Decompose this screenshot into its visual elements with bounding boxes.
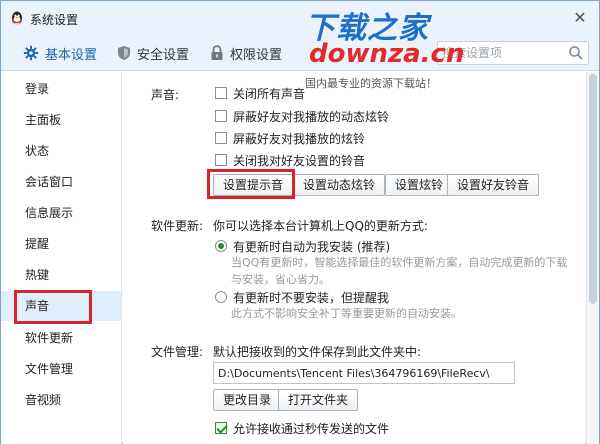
close-icon: ✕ — [573, 8, 587, 27]
settings-content: 声音: 关闭所有声音 屏蔽好友对我播放的动态炫铃 屏蔽好友对我播放的炫铃 关闭我… — [123, 72, 585, 444]
auto-install-radio[interactable] — [215, 240, 227, 252]
disable-friend-ringtone-checkbox[interactable] — [215, 154, 227, 166]
tab-basic-settings[interactable]: 基本设置 — [23, 35, 97, 71]
update-intro: 你可以选择本台计算机上QQ的更新方式: — [213, 219, 428, 233]
sidebar-item-sound[interactable]: 声音 — [1, 291, 121, 321]
tab-security-settings-label: 安全设置 — [137, 47, 190, 63]
checkbox-row: 关闭我对好友设置的铃音 — [215, 152, 365, 168]
open-folder-button[interactable]: 打开文件夹 — [278, 389, 359, 411]
mute-all-checkbox[interactable] — [215, 87, 227, 99]
tab-permission-settings-label: 权限设置 — [230, 47, 283, 63]
content-scrollbar[interactable] — [586, 72, 599, 444]
radio-row: 有更新时自动为我安装 (推荐) — [215, 238, 390, 254]
search-icon[interactable] — [568, 45, 584, 61]
checkbox-row: 允许接收通过秒传发送的文件 — [215, 420, 389, 436]
window-title: 系统设置 — [30, 13, 79, 27]
change-directory-button[interactable]: 更改目录 — [213, 389, 282, 411]
settings-window: 系统设置 ✕ 基本设置 安全设置 权限设置 搜索设置项 登录 主面板 状态 会话… — [0, 0, 600, 444]
sidebar-item-software-update[interactable]: 软件更新 — [1, 323, 121, 353]
checkbox-row: 屏蔽好友对我播放的炫铃 — [215, 130, 365, 146]
shield-icon — [118, 46, 130, 60]
tab-permission-settings[interactable]: 权限设置 — [210, 35, 282, 71]
title-bar: 系统设置 ✕ — [1, 1, 599, 35]
settings-sidebar: 登录 主面板 状态 会话窗口 信息展示 提醒 热键 声音 软件更新 文件管理 音… — [1, 72, 122, 444]
auto-install-description: 当QQ有更新时，智能选择最佳的软件更新方案，自动完成更新的下载 与安装，省心省力… — [231, 254, 567, 288]
checkbox-label: 关闭所有声音 — [233, 86, 306, 101]
set-alert-sound-button[interactable]: 设置提示音 — [213, 174, 294, 196]
gear-icon — [23, 45, 39, 61]
sidebar-item-info-display[interactable]: 信息展示 — [1, 198, 121, 228]
allow-instant-transfer-checkbox[interactable] — [215, 422, 227, 434]
sound-section-label: 声音: — [151, 88, 180, 102]
sidebar-item-chat-window[interactable]: 会话窗口 — [1, 167, 121, 197]
description-line: 此方式不影响安全补丁等重要更新的自动安装。 — [231, 307, 462, 320]
checkbox-label: 屏蔽好友对我播放的动态炫铃 — [233, 109, 390, 124]
download-path-input[interactable] — [213, 362, 515, 384]
qq-penguin-icon — [12, 11, 22, 25]
files-section-label: 文件管理: — [151, 345, 204, 359]
sidebar-item-reminders[interactable]: 提醒 — [1, 229, 121, 259]
lock-icon — [211, 45, 223, 60]
description-line: 当QQ有更新时，智能选择最佳的软件更新方案，自动完成更新的下载 — [231, 256, 568, 269]
settings-tabs: 基本设置 安全设置 权限设置 — [1, 35, 599, 71]
set-dynamic-ringtone-button[interactable]: 设置动态炫铃 — [293, 174, 386, 196]
search-input[interactable] — [442, 44, 562, 62]
radio-label: 有更新时不要安装，但提醒我 — [233, 290, 390, 305]
sidebar-item-login[interactable]: 登录 — [1, 74, 121, 104]
checkbox-row: 关闭所有声音 — [215, 85, 305, 101]
update-section-label: 软件更新: — [151, 219, 204, 233]
checkbox-label: 关闭我对好友设置的铃音 — [233, 153, 366, 168]
radio-row: 有更新时不要安装，但提醒我 — [215, 289, 389, 305]
radio-label: 有更新时自动为我安装 (推荐) — [233, 239, 391, 254]
set-friend-ringtone-button[interactable]: 设置好友铃音 — [447, 174, 540, 196]
checkbox-label: 允许接收通过秒传发送的文件 — [233, 421, 390, 436]
description-line: 与安装，省心省力。 — [231, 273, 330, 286]
checkbox-row: 屏蔽好友对我播放的动态炫铃 — [215, 108, 389, 124]
block-dynamic-ringtone-checkbox[interactable] — [215, 110, 227, 122]
sidebar-item-audio-video[interactable]: 音视频 — [1, 385, 121, 415]
set-ringtone-button[interactable]: 设置炫铃 — [385, 174, 454, 196]
notify-only-radio[interactable] — [215, 291, 227, 303]
sidebar-item-main-panel[interactable]: 主面板 — [1, 105, 121, 135]
tab-basic-settings-label: 基本设置 — [45, 47, 98, 63]
checkbox-label: 屏蔽好友对我播放的炫铃 — [233, 131, 366, 146]
tab-security-settings[interactable]: 安全设置 — [117, 35, 189, 71]
close-button[interactable]: ✕ — [569, 9, 591, 29]
notify-only-description: 此方式不影响安全补丁等重要更新的自动安装。 — [231, 305, 462, 322]
files-intro: 默认把接收到的文件保存到此文件夹中: — [213, 345, 422, 359]
scrollbar-thumb[interactable] — [589, 74, 597, 304]
sidebar-item-status[interactable]: 状态 — [1, 136, 121, 166]
block-ringtone-checkbox[interactable] — [215, 132, 227, 144]
sidebar-item-file-management[interactable]: 文件管理 — [1, 354, 121, 384]
sidebar-item-hotkeys[interactable]: 热键 — [1, 260, 121, 290]
search-box — [437, 41, 589, 65]
